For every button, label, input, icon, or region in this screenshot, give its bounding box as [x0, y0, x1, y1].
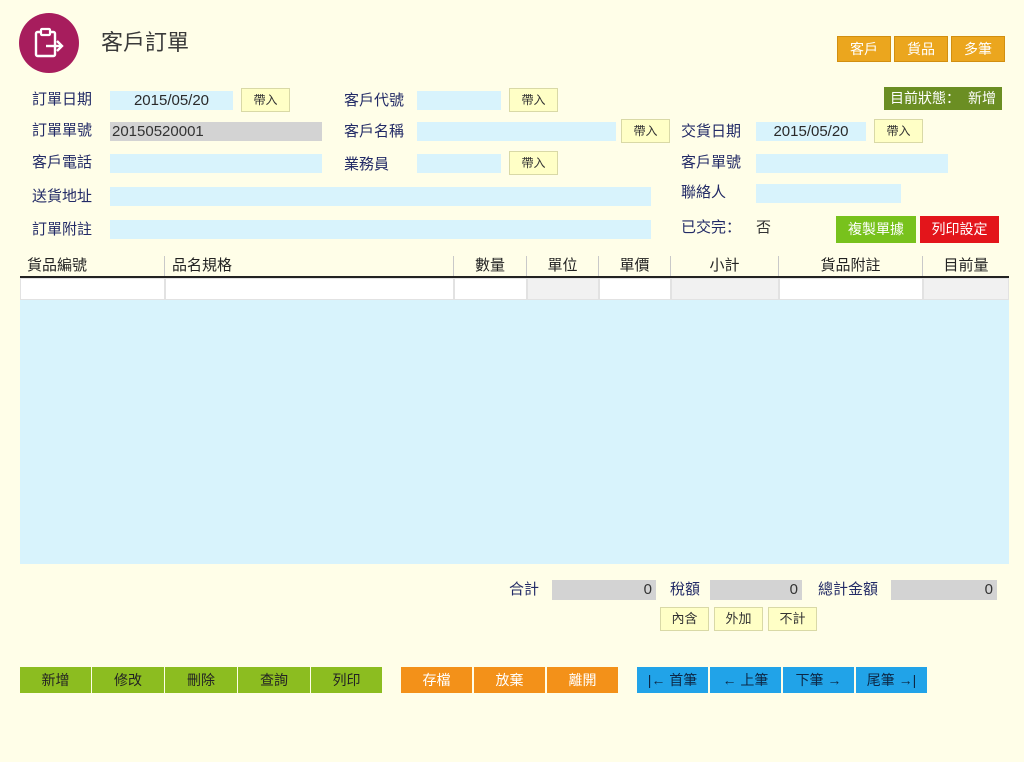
column-header-quantity[interactable]: 數量 [454, 256, 527, 276]
multi-record-nav-button[interactable]: 多筆 [951, 36, 1005, 62]
salesperson-label: 業務員 [344, 156, 390, 173]
grand-total-value: 0 [891, 580, 997, 600]
column-header-subtotal[interactable]: 小計 [671, 256, 779, 276]
contact-label: 聯絡人 [681, 184, 727, 201]
customer-order-no-label: 客戶單號 [681, 154, 742, 171]
salesperson-field[interactable] [417, 154, 501, 173]
order-note-label: 訂單附註 [32, 221, 93, 238]
last-record-button[interactable]: 尾筆 →| [856, 667, 927, 693]
salesperson-import-button[interactable]: 帶入 [509, 151, 558, 175]
items-table-header: 貨品編號 品名規格 數量 單位 單價 小計 貨品附註 目前量 [20, 256, 1009, 278]
description-cell[interactable] [165, 278, 454, 300]
customer-name-label: 客戶名稱 [344, 123, 405, 140]
item-note-cell[interactable] [779, 278, 923, 300]
customer-name-field[interactable] [417, 122, 616, 141]
customer-phone-field[interactable] [110, 154, 322, 173]
delivery-date-import-button[interactable]: 帶入 [874, 119, 923, 143]
order-note-field[interactable] [110, 220, 651, 239]
column-header-unit[interactable]: 單位 [527, 256, 599, 276]
quantity-cell[interactable] [454, 278, 527, 300]
customer-code-field[interactable] [417, 91, 501, 110]
delete-button[interactable]: 刪除 [165, 667, 237, 693]
stock-cell [923, 278, 1009, 300]
status-badge: 目前狀態： 新增 [884, 87, 1002, 110]
column-header-unit-price[interactable]: 單價 [599, 256, 671, 276]
order-date-import-button[interactable]: 帶入 [241, 88, 290, 112]
unit-price-cell[interactable] [599, 278, 671, 300]
search-button[interactable]: 查詢 [238, 667, 310, 693]
order-no-field [110, 122, 322, 141]
customer-phone-label: 客戶電話 [32, 154, 93, 171]
shipping-address-label: 送貨地址 [32, 188, 93, 205]
items-grid-body[interactable] [20, 300, 1009, 564]
customer-nav-button[interactable]: 客戶 [837, 36, 891, 62]
subtotal-label: 合計 [509, 581, 540, 598]
column-header-item-code[interactable]: 貨品編號 [20, 256, 165, 276]
status-value: 新增 [968, 90, 996, 106]
tax-none-button[interactable]: 不計 [768, 607, 817, 631]
contact-field[interactable] [756, 184, 901, 203]
column-header-description[interactable]: 品名規格 [165, 256, 454, 276]
first-record-button[interactable]: |← 首筆 [637, 667, 708, 693]
print-settings-button[interactable]: 列印設定 [920, 216, 999, 243]
app-logo [19, 13, 79, 73]
customer-code-label: 客戶代號 [344, 92, 405, 109]
grand-total-label: 總計金額 [818, 581, 879, 598]
customer-order-no-field[interactable] [756, 154, 948, 173]
subtotal-value: 0 [552, 580, 656, 600]
delivered-label: 已交完： [681, 219, 742, 236]
goods-nav-button[interactable]: 貨品 [894, 36, 948, 62]
edit-button[interactable]: 修改 [92, 667, 164, 693]
previous-record-button[interactable]: ← 上筆 [710, 667, 781, 693]
shipping-address-field[interactable] [110, 187, 651, 206]
table-row [20, 278, 1009, 300]
save-button[interactable]: 存檔 [401, 667, 472, 693]
page-title: 客戶訂單 [101, 30, 190, 55]
order-date-field[interactable] [110, 91, 233, 110]
order-date-label: 訂單日期 [32, 91, 93, 108]
tax-value: 0 [710, 580, 802, 600]
status-label: 目前狀態： [890, 90, 960, 106]
clipboard-export-icon [34, 27, 64, 58]
copy-document-button[interactable]: 複製單據 [836, 216, 916, 243]
delivery-date-field[interactable] [756, 122, 866, 141]
tax-label: 稅額 [670, 581, 701, 598]
order-no-label: 訂單單號 [32, 122, 93, 139]
column-header-stock[interactable]: 目前量 [923, 256, 1009, 276]
new-button[interactable]: 新增 [20, 667, 91, 693]
customer-name-import-button[interactable]: 帶入 [621, 119, 670, 143]
discard-button[interactable]: 放棄 [474, 667, 545, 693]
next-record-button[interactable]: 下筆 → [783, 667, 854, 693]
print-button[interactable]: 列印 [311, 667, 382, 693]
tax-exclusive-button[interactable]: 外加 [714, 607, 763, 631]
unit-cell [527, 278, 599, 300]
delivery-date-label: 交貨日期 [681, 123, 742, 140]
column-header-item-note[interactable]: 貨品附註 [779, 256, 923, 276]
delivered-value: 否 [756, 219, 772, 236]
tax-inclusive-button[interactable]: 內含 [660, 607, 709, 631]
customer-code-import-button[interactable]: 帶入 [509, 88, 558, 112]
item-code-cell[interactable] [20, 278, 165, 300]
subtotal-cell [671, 278, 779, 300]
exit-button[interactable]: 離開 [547, 667, 618, 693]
